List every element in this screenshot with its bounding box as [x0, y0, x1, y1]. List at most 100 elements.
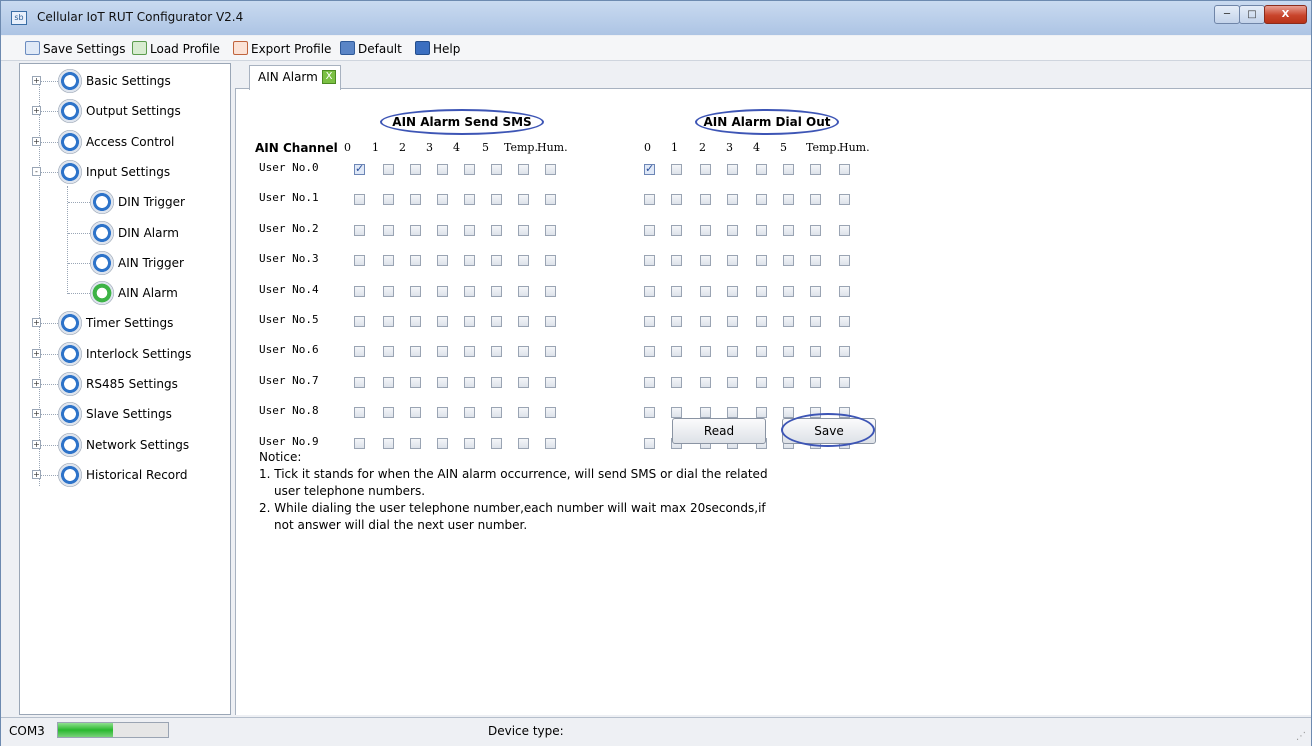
sms-checkbox[interactable] [354, 376, 365, 388]
sms-checkbox[interactable] [518, 194, 529, 206]
sms-checkbox[interactable] [410, 255, 421, 267]
sms-checkbox[interactable] [491, 285, 502, 297]
expand-toggle-icon[interactable]: + [32, 379, 41, 388]
dial-checkbox[interactable] [644, 407, 655, 419]
expand-toggle-icon[interactable]: + [32, 76, 41, 85]
dial-checkbox[interactable] [839, 316, 850, 327]
sms-checkbox[interactable] [410, 376, 421, 388]
sms-checkbox[interactable] [354, 437, 365, 449]
dial-checkbox[interactable] [810, 194, 821, 206]
sms-checkbox[interactable] [518, 437, 529, 449]
expand-toggle-icon[interactable]: + [32, 439, 41, 449]
title-bar[interactable]: sb Cellular IoT RUT Configurator V2.4 ─ … [1, 1, 1311, 35]
sms-checkbox[interactable] [518, 164, 529, 175]
sms-checkbox[interactable] [464, 164, 475, 175]
sms-checkbox[interactable] [545, 346, 556, 358]
sms-checkbox[interactable] [410, 164, 421, 175]
dial-checkbox[interactable] [644, 162, 655, 175]
help-button[interactable]: Help [415, 40, 460, 58]
sms-checkbox[interactable] [437, 194, 448, 206]
dial-checkbox[interactable] [727, 224, 738, 236]
dial-checkbox[interactable] [727, 164, 738, 175]
dial-checkbox[interactable] [783, 255, 794, 267]
dial-checkbox[interactable] [810, 164, 821, 175]
close-tab-icon[interactable]: X [322, 70, 336, 84]
sms-checkbox[interactable] [545, 194, 556, 206]
default-button[interactable]: Default [340, 40, 402, 58]
dial-checkbox[interactable] [727, 316, 738, 327]
maximize-button[interactable]: □ [1239, 5, 1265, 24]
sms-checkbox[interactable] [545, 316, 556, 327]
sms-checkbox[interactable] [383, 285, 394, 297]
dial-checkbox[interactable] [756, 224, 767, 236]
dial-checkbox[interactable] [756, 346, 767, 358]
dial-checkbox[interactable] [810, 285, 821, 297]
sms-checkbox[interactable] [518, 376, 529, 388]
dial-checkbox[interactable] [644, 285, 655, 297]
dial-checkbox[interactable] [810, 224, 821, 236]
dial-checkbox[interactable] [671, 194, 682, 206]
sms-checkbox[interactable] [545, 255, 556, 267]
sms-checkbox[interactable] [383, 376, 394, 388]
dial-checkbox[interactable] [839, 194, 850, 206]
sms-checkbox[interactable] [437, 255, 448, 267]
sms-checkbox[interactable] [437, 316, 448, 327]
dial-checkbox[interactable] [671, 376, 682, 388]
export-profile-button[interactable]: Export Profile [233, 40, 331, 58]
dial-checkbox[interactable] [671, 224, 682, 236]
dial-checkbox[interactable] [839, 164, 850, 175]
sms-checkbox[interactable] [464, 224, 475, 236]
sms-checkbox[interactable] [518, 255, 529, 267]
sms-checkbox[interactable] [545, 376, 556, 388]
sms-checkbox[interactable] [545, 407, 556, 419]
sms-checkbox[interactable] [464, 194, 475, 206]
sms-checkbox[interactable] [545, 224, 556, 236]
sms-checkbox[interactable] [464, 346, 475, 358]
dial-checkbox[interactable] [810, 346, 821, 358]
sms-checkbox[interactable] [491, 194, 502, 206]
dial-checkbox[interactable] [727, 194, 738, 206]
sms-checkbox[interactable] [464, 255, 475, 267]
dial-checkbox[interactable] [783, 224, 794, 236]
sms-checkbox[interactable] [491, 224, 502, 236]
sms-checkbox[interactable] [545, 437, 556, 449]
dial-checkbox[interactable] [671, 316, 682, 327]
dial-checkbox[interactable] [756, 255, 767, 267]
sms-checkbox[interactable] [354, 285, 365, 297]
dial-checkbox[interactable] [671, 164, 682, 175]
sms-checkbox[interactable] [437, 346, 448, 358]
sms-checkbox[interactable] [354, 255, 365, 267]
settings-tree[interactable]: + Basic Settings + Output Settings + Access C… [19, 63, 231, 715]
dial-checkbox[interactable] [839, 255, 850, 267]
dial-checkbox[interactable] [756, 407, 767, 419]
dial-checkbox[interactable] [839, 224, 850, 236]
dial-checkbox[interactable] [810, 376, 821, 388]
dial-checkbox[interactable] [839, 376, 850, 388]
dial-checkbox[interactable] [839, 346, 850, 358]
sms-checkbox[interactable] [464, 407, 475, 419]
dial-checkbox[interactable] [783, 316, 794, 327]
dial-checkbox[interactable] [756, 194, 767, 206]
sms-checkbox[interactable] [410, 437, 421, 449]
sms-checkbox[interactable] [545, 164, 556, 175]
save-settings-button[interactable]: Save Settings [25, 40, 126, 58]
sms-checkbox[interactable] [383, 316, 394, 327]
expand-toggle-icon[interactable]: - [32, 166, 41, 176]
sms-checkbox[interactable] [518, 224, 529, 236]
dial-checkbox[interactable] [644, 224, 655, 236]
dial-checkbox[interactable] [810, 255, 821, 267]
dial-checkbox[interactable] [644, 437, 655, 449]
sms-checkbox[interactable] [437, 224, 448, 236]
sms-checkbox[interactable] [437, 164, 448, 175]
sms-checkbox[interactable] [518, 346, 529, 358]
dial-checkbox[interactable] [756, 164, 767, 175]
dial-checkbox[interactable] [810, 316, 821, 327]
dial-checkbox[interactable] [783, 194, 794, 206]
sms-checkbox[interactable] [383, 224, 394, 236]
dial-checkbox[interactable] [783, 407, 794, 419]
sms-checkbox[interactable] [410, 346, 421, 358]
dial-checkbox[interactable] [644, 346, 655, 358]
sms-checkbox[interactable] [464, 316, 475, 327]
dial-checkbox[interactable] [783, 346, 794, 358]
sms-checkbox[interactable] [354, 407, 365, 419]
